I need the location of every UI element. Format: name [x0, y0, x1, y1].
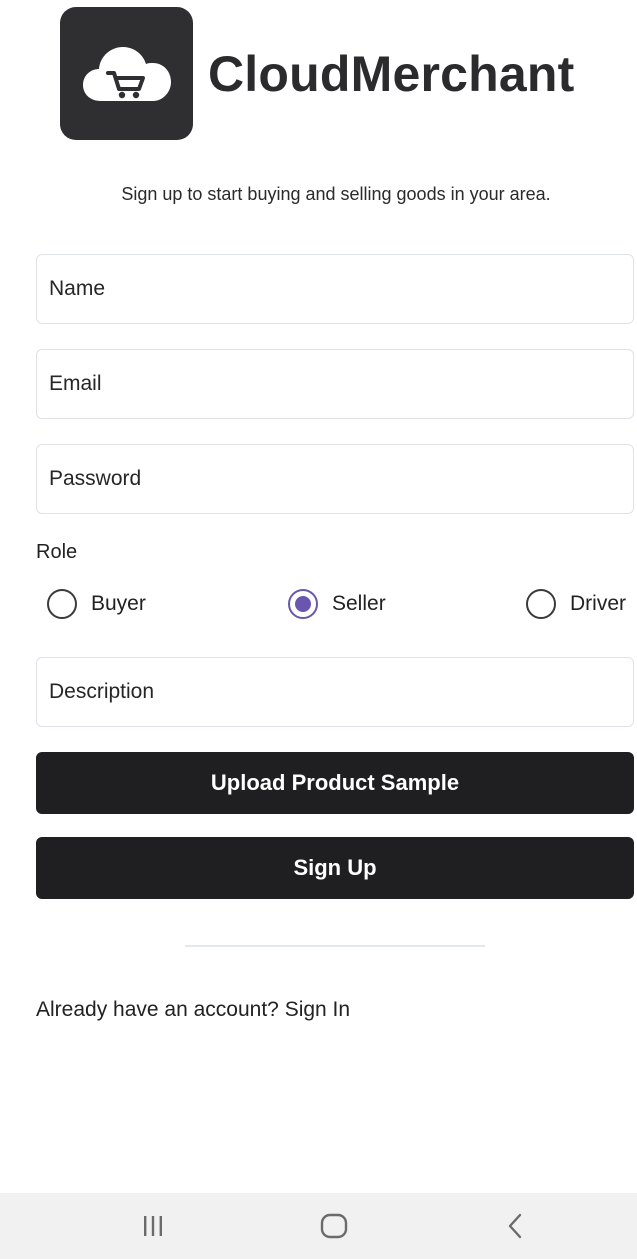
role-radio-seller[interactable]: Seller	[288, 589, 386, 619]
radio-checked-icon[interactable]	[288, 589, 318, 619]
nav-home-button[interactable]	[289, 1193, 379, 1259]
role-option-label: Driver	[570, 592, 626, 615]
signin-prompt-line: Already have an account? Sign In	[36, 998, 350, 1022]
brand-name: CloudMerchant	[208, 45, 575, 102]
role-option-label: Seller	[332, 592, 386, 615]
password-input[interactable]	[49, 445, 633, 513]
system-navigation-bar	[0, 1193, 637, 1259]
name-input[interactable]	[49, 255, 633, 323]
role-label: Role	[36, 541, 78, 563]
description-input[interactable]	[49, 658, 633, 726]
home-icon	[320, 1213, 348, 1239]
radio-unchecked-icon[interactable]	[47, 589, 77, 619]
divider	[185, 945, 485, 947]
name-field[interactable]	[36, 254, 634, 324]
app-logo	[60, 7, 193, 140]
description-field[interactable]	[36, 657, 634, 727]
role-radio-driver[interactable]: Driver	[526, 589, 626, 619]
radio-unchecked-icon[interactable]	[526, 589, 556, 619]
sign-in-link[interactable]: Sign In	[285, 998, 350, 1021]
recents-icon	[144, 1216, 162, 1236]
tagline: Sign up to start buying and selling good…	[121, 184, 551, 204]
back-icon	[508, 1213, 522, 1239]
role-option-label: Buyer	[91, 592, 146, 615]
role-radio-buyer[interactable]: Buyer	[47, 589, 146, 619]
nav-recents-button[interactable]	[108, 1193, 198, 1259]
nav-back-button[interactable]	[470, 1193, 560, 1259]
app-header: CloudMerchant	[60, 7, 575, 140]
radio-dot	[295, 596, 311, 612]
upload-product-sample-button[interactable]: Upload Product Sample	[36, 752, 634, 814]
email-field[interactable]	[36, 349, 634, 419]
signin-prompt-text: Already have an account?	[36, 998, 279, 1021]
cloud-cart-icon	[82, 46, 171, 101]
password-field[interactable]	[36, 444, 634, 514]
sign-up-button[interactable]: Sign Up	[36, 837, 634, 899]
email-input[interactable]	[49, 350, 633, 418]
